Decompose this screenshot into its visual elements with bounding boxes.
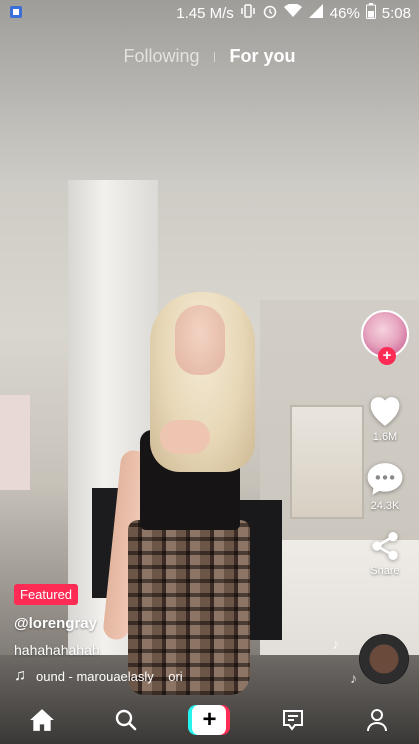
share-label: Share (370, 565, 400, 577)
wifi-icon (283, 3, 302, 22)
sound-title[interactable]: ound - marouaelasly ori (36, 669, 183, 684)
home-icon (29, 709, 54, 731)
tab-following[interactable]: Following (124, 46, 200, 66)
share-icon (372, 532, 398, 560)
search-icon (115, 709, 136, 731)
tab-for-you[interactable]: For you (229, 46, 295, 66)
create-button[interactable]: + (188, 705, 231, 735)
feed-tabs: Following For you (0, 46, 419, 67)
creator-avatar[interactable]: + (361, 310, 409, 365)
network-speed: 1.45 M/s (176, 4, 234, 22)
clock: 5:08 (381, 4, 411, 22)
sound-row[interactable]: ♫ ound - marouaelasly ori (14, 667, 314, 685)
profile-icon (367, 709, 388, 732)
action-rail: + 1.6M 24.3K Share (357, 310, 413, 577)
battery-icon (365, 3, 376, 23)
tab-divider (214, 51, 216, 62)
like-count: 1.6M (372, 431, 398, 443)
nav-discover[interactable] (101, 700, 151, 740)
share-button[interactable]: Share (357, 530, 413, 577)
nav-profile[interactable] (352, 700, 402, 740)
comment-icon (367, 463, 403, 495)
nav-inbox[interactable] (268, 700, 318, 740)
video-caption: Featured @lorengray hahahahahah ♫ ound -… (14, 584, 314, 685)
nav-home[interactable] (17, 700, 67, 740)
nav-create[interactable]: + (184, 700, 234, 740)
vibrate-icon (240, 3, 256, 23)
featured-badge: Featured (14, 584, 79, 605)
inbox-icon (283, 710, 304, 731)
sim-icon (8, 4, 24, 24)
music-note-icon: ♪ (332, 636, 339, 652)
follow-plus-icon[interactable]: + (378, 347, 396, 365)
music-note-icon: ♪ (350, 670, 357, 686)
music-note-icon: ♫ (14, 667, 26, 684)
comment-count: 24.3K (370, 500, 400, 512)
battery-percent: 46% (329, 4, 360, 22)
comment-button[interactable]: 24.3K (357, 461, 413, 512)
person-hand (160, 420, 210, 454)
alarm-icon (262, 3, 278, 23)
doorway (290, 405, 364, 519)
status-bar: 1.45 M/s 46% 5:08 (0, 0, 419, 26)
wall-art (0, 395, 30, 490)
heart-icon (370, 397, 400, 426)
sound-disc[interactable] (359, 634, 409, 684)
like-button[interactable]: 1.6M (357, 392, 413, 443)
bottom-nav: + (0, 696, 419, 744)
ceiling (0, 0, 419, 190)
video-description: hahahahahah (14, 642, 100, 658)
person-face (175, 305, 225, 375)
creator-username[interactable]: @lorengray (14, 615, 314, 632)
signal-icon (308, 4, 324, 22)
plus-icon: + (192, 705, 227, 735)
